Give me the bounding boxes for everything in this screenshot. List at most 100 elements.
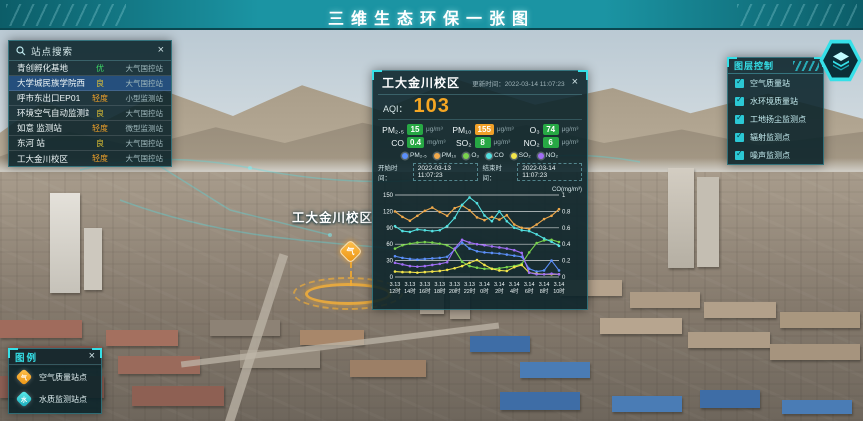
checkbox-checked[interactable] [735,97,744,106]
svg-text:0.4: 0.4 [562,242,571,248]
station-list-item[interactable]: 呼市东出口EP01 轻度 小型监测站 [9,91,171,106]
air-station-legend-icon: 气 [16,369,33,386]
station-list-item[interactable]: 工大金川校区 轻度 大气国控站 [9,151,171,166]
pollutant-value-badge: 8 [475,137,491,148]
popup-title: 工大金川校区 [382,74,460,91]
pollutant-grid: PM₂.₅15μg/m³ PM₁₀155μg/m³ O₃74μg/m³ CO0.… [378,120,582,150]
station-list-item-selected[interactable]: 大学城民族学院西 良 大气国控站 [9,76,171,91]
svg-text:3.14: 3.14 [494,282,505,288]
legend-panel-title: 图例 [15,350,89,364]
aqi-row: AQI： 103 [378,95,582,120]
svg-text:0: 0 [390,275,394,281]
legend-item[interactable]: NO₂ [538,152,558,159]
svg-text:3.13: 3.13 [405,282,416,288]
pollutant-co: CO0.4mg/m³ [380,137,446,148]
building [780,312,860,328]
legend-item[interactable]: PM₂.₅ [402,152,427,159]
warehouse-blue-roof [782,400,852,414]
warehouse-blue-roof [700,390,760,408]
svg-text:20时: 20时 [449,287,461,295]
building [106,330,178,346]
app-header: 三维生态环保一张图 [0,0,863,30]
building [600,318,682,334]
station-list-item[interactable]: 环境空气自动监测站 良 大气国控站 [9,106,171,121]
legend-dot [538,153,544,159]
station-panel-title: 站点搜索 [31,44,158,58]
svg-text:16时: 16时 [419,287,431,295]
layer-item-noise[interactable]: 噪声监测点 [728,146,823,164]
svg-text:0.6: 0.6 [562,226,571,232]
aqi-label: AQI： [383,102,408,115]
map-legend-panel: 图例 × 气 空气质量站点 水 水质监测站点 [8,348,102,414]
station-list-item[interactable]: 东河 站 良 大气国控站 [9,136,171,151]
svg-text:22时: 22时 [464,287,476,295]
pollutant-trend-chart[interactable]: 030609012015000.20.40.60.81CO(mg/m³)3.13… [378,184,584,302]
close-icon[interactable]: × [158,45,164,56]
svg-text:8时: 8时 [540,287,549,295]
layer-panel-title: 图层控制 [728,59,793,72]
building [50,193,80,293]
svg-text:3.13: 3.13 [434,282,445,288]
layer-item-water[interactable]: 水环境质量站 [728,92,823,110]
water-station-legend-icon: 水 [16,391,33,408]
svg-text:150: 150 [383,193,394,199]
svg-text:90: 90 [386,226,393,232]
svg-text:60: 60 [386,242,393,248]
svg-text:3.14: 3.14 [524,282,535,288]
hatch-decoration [793,61,819,71]
building [697,177,719,267]
legend-item[interactable]: CO [486,152,504,159]
legend-dot [463,153,469,159]
station-detail-popup: 工大金川校区 更新时间：2022-03-14 11:07:23 × AQI： 1… [372,70,588,310]
checkbox-checked[interactable] [735,115,744,124]
checkbox-checked[interactable] [735,79,744,88]
time-range-row: 开始时间： 2022-03-13 11:07:23 结束时间： 2022-03-… [378,160,582,184]
layer-item-air[interactable]: 空气质量站 [728,74,823,92]
svg-text:3.14: 3.14 [479,282,490,288]
end-time-input[interactable]: 2022-03-14 11:07:23 [517,163,582,181]
layer-item-radiation[interactable]: 辐射监测点 [728,128,823,146]
svg-text:3.13: 3.13 [419,282,430,288]
legend-item[interactable]: PM₁₀ [434,152,457,159]
pollutant-value-badge: 155 [475,124,494,135]
svg-text:3.14: 3.14 [539,282,550,288]
close-icon[interactable]: × [572,77,578,88]
svg-text:1: 1 [562,193,566,199]
checkbox-checked[interactable] [735,151,744,160]
svg-text:10时: 10时 [553,287,565,295]
legend-dot [402,153,408,159]
legend-item[interactable]: SO₂ [511,152,531,159]
pollutant-value-badge: 74 [543,124,559,135]
svg-text:14时: 14时 [404,287,416,295]
svg-text:0时: 0时 [480,287,489,295]
legend-entry-water: 水 水质监测站点 [9,387,101,409]
svg-text:18时: 18时 [434,287,446,295]
building [770,344,860,360]
svg-text:4时: 4时 [510,287,519,295]
pollutant-pm10: PM₁₀155μg/m³ [448,124,514,135]
start-time-input[interactable]: 2022-03-13 11:07:23 [413,163,478,181]
building [210,320,280,336]
checkbox-checked[interactable] [735,133,744,142]
layers-toggle-button[interactable] [818,38,863,83]
layer-item-dust[interactable]: 工地扬尘监测点 [728,110,823,128]
legend-dot [486,153,492,159]
svg-text:3.14: 3.14 [509,282,520,288]
legend-item[interactable]: O₃ [463,152,479,159]
station-list-item[interactable]: 青创孵化基地 优 大气国控站 [9,61,171,76]
building [132,386,224,406]
svg-text:6时: 6时 [525,287,534,295]
pollutant-no2: NO₂6μg/m³ [516,137,580,148]
building [688,332,770,348]
legend-panel-header: 图例 × [9,349,101,365]
pollutant-pm25: PM₂.₅15μg/m³ [380,124,446,135]
station-list-item[interactable]: 如意 监测站 轻度 微型监测站 [9,121,171,136]
page-title: 三维生态环保一张图 [0,5,863,29]
svg-text:0: 0 [562,275,566,281]
svg-text:120: 120 [383,209,394,215]
legend-dot [511,153,517,159]
map-station-label[interactable]: 工大金川校区 [292,207,373,226]
pollutant-value-badge: 0.4 [407,137,424,148]
close-icon[interactable]: × [89,351,95,362]
svg-text:0.8: 0.8 [562,209,571,215]
